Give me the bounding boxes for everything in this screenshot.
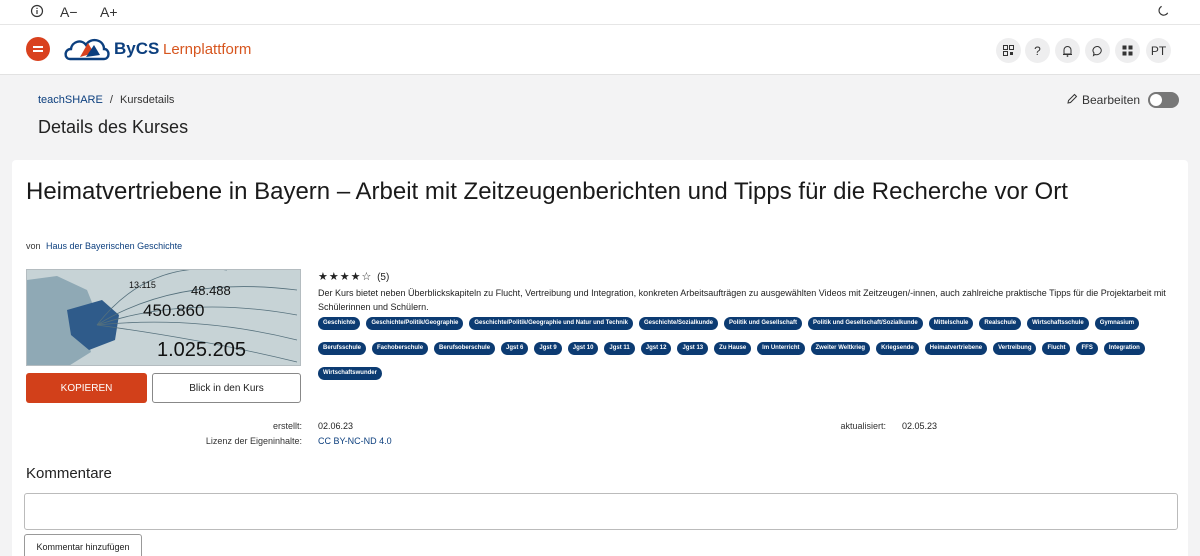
- info-icon[interactable]: [30, 4, 44, 21]
- course-description: Der Kurs bietet neben Überblickskapiteln…: [318, 288, 1166, 312]
- page-title: Details des Kurses: [38, 117, 189, 137]
- qr-code-icon[interactable]: [996, 38, 1021, 63]
- course-tag[interactable]: Berufsschule: [318, 342, 367, 355]
- thumb-stat-3: 450.860: [143, 301, 205, 320]
- thumb-stat-1: 13.115: [129, 280, 156, 290]
- course-tag[interactable]: Jgst 12: [640, 342, 672, 355]
- course-tag[interactable]: Wirtschaftswunder: [318, 367, 382, 380]
- breadcrumb: teachSHARE / Kursdetails: [38, 94, 174, 106]
- updated-value: 02.05.23: [902, 421, 938, 431]
- add-comment-button[interactable]: Kommentar hinzufügen: [24, 534, 142, 556]
- created-label: erstellt:: [272, 421, 302, 431]
- course-tag[interactable]: Vertreibung: [993, 342, 1037, 355]
- course-tag[interactable]: Jgst 13: [677, 342, 709, 355]
- font-smaller-button[interactable]: A−: [60, 4, 78, 20]
- user-avatar[interactable]: PT: [1146, 38, 1171, 63]
- course-tag[interactable]: Politik und Gesellschaft/Sozialkunde: [808, 317, 923, 330]
- thumb-stat-2: 48.488: [191, 283, 231, 298]
- license-label: Lizenz der Eigeninhalte:: [205, 436, 302, 446]
- breadcrumb-teachshare-link[interactable]: teachSHARE: [38, 94, 103, 106]
- app-header: ByCS Lernplattform ? PT: [0, 25, 1200, 75]
- bycs-logo-icon[interactable]: [64, 31, 110, 67]
- course-tag[interactable]: Wirtschaftsschule: [1027, 317, 1089, 330]
- breadcrumb-current: Kursdetails: [120, 94, 175, 106]
- course-tag[interactable]: Geschichte/Politik/Geographie: [366, 317, 464, 330]
- course-tag[interactable]: Realschule: [979, 317, 1022, 330]
- course-tag[interactable]: Integration: [1103, 342, 1145, 355]
- edit-control: Bearbeiten: [1066, 92, 1180, 108]
- course-tag[interactable]: Kriegsende: [876, 342, 919, 355]
- course-tag[interactable]: Gymnasium: [1094, 317, 1140, 330]
- edit-label: Bearbeiten: [1082, 93, 1141, 107]
- course-tag[interactable]: Politik und Gesellschaft: [724, 317, 803, 330]
- updated-label: aktualisiert:: [840, 421, 886, 431]
- course-tag[interactable]: Im Unterricht: [757, 342, 805, 355]
- license-link[interactable]: CC BY-NC-ND 4.0: [318, 436, 392, 446]
- course-tag[interactable]: Geschichte/Politik/Geographie und Natur …: [469, 317, 633, 330]
- thumb-stat-4: 1.025.205: [157, 339, 246, 361]
- pencil-icon: [1066, 93, 1078, 108]
- created-value: 02.06.23: [318, 421, 354, 431]
- moon-icon[interactable]: [1157, 4, 1170, 20]
- apps-icon[interactable]: [1115, 38, 1140, 63]
- copy-button[interactable]: KOPIEREN: [26, 373, 147, 403]
- view-course-button[interactable]: Blick in den Kurs: [152, 373, 301, 403]
- rating-count: (5): [377, 272, 390, 283]
- logo-subtitle: Lernplattform: [163, 41, 252, 58]
- font-larger-button[interactable]: A+: [100, 4, 118, 20]
- course-byline: von Haus der Bayerischen Geschichte: [26, 241, 182, 251]
- course-tag[interactable]: Geschichte: [318, 317, 361, 330]
- utility-bar: A− A+: [0, 0, 1200, 25]
- bell-icon[interactable]: [1055, 38, 1080, 63]
- edit-toggle[interactable]: [1148, 92, 1180, 108]
- author-link[interactable]: Haus der Bayerischen Geschichte: [46, 241, 182, 251]
- course-tag[interactable]: FFS: [1076, 342, 1098, 355]
- course-tag[interactable]: Zu Hause: [714, 342, 752, 355]
- comments-title: Kommentare: [26, 465, 112, 482]
- comment-input[interactable]: [24, 493, 1178, 530]
- course-rating: ★★★★☆ (5): [318, 270, 389, 283]
- menu-button[interactable]: [26, 37, 50, 61]
- course-tag[interactable]: Mittelschule: [928, 317, 974, 330]
- course-tag[interactable]: Jgst 9: [534, 342, 562, 355]
- help-icon[interactable]: ?: [1025, 38, 1050, 63]
- course-tag[interactable]: Jgst 10: [567, 342, 599, 355]
- course-tag[interactable]: Jgst 6: [501, 342, 529, 355]
- breadcrumb-separator: /: [109, 94, 113, 106]
- course-tag[interactable]: Berufsoberschule: [434, 342, 496, 355]
- rating-stars: ★★★★☆: [318, 271, 373, 283]
- course-tag[interactable]: Geschichte/Sozialkunde: [638, 317, 718, 330]
- byline-prefix: von: [26, 241, 41, 251]
- course-tag[interactable]: Heimatvertriebene: [924, 342, 988, 355]
- course-card: Heimatvertriebene in Bayern – Arbeit mit…: [12, 160, 1188, 556]
- chat-icon[interactable]: [1085, 38, 1110, 63]
- course-tag[interactable]: Flucht: [1042, 342, 1071, 355]
- course-title: Heimatvertriebene in Bayern – Arbeit mit…: [26, 178, 1068, 205]
- tag-list: Geschichte Geschichte/Politik/Geographie G…: [318, 317, 1168, 380]
- course-tag[interactable]: Jgst 11: [604, 342, 635, 355]
- course-thumbnail[interactable]: 13.115 48.488 450.860 1.025.205: [26, 269, 301, 366]
- logo-text: ByCS: [114, 39, 160, 58]
- course-tag[interactable]: Zweiter Weltkrieg: [810, 342, 871, 355]
- course-tag[interactable]: Fachoberschule: [372, 342, 429, 355]
